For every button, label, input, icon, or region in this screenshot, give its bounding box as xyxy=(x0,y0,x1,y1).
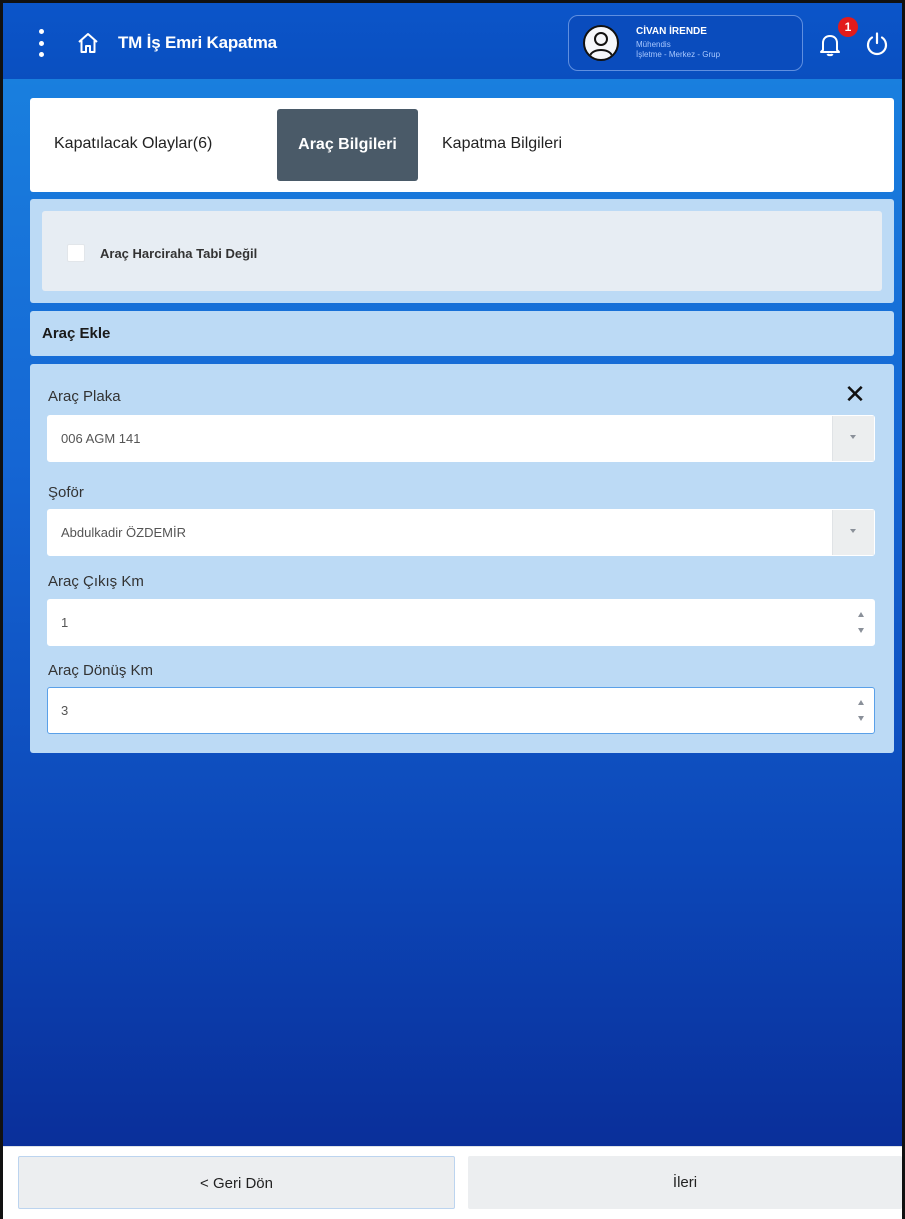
more-vertical-icon[interactable] xyxy=(35,29,47,57)
return-km-value: 3 xyxy=(61,703,69,718)
options-panel: Araç Harciraha Tabi Değil xyxy=(30,199,894,303)
stepper-up-icon[interactable] xyxy=(858,612,864,617)
exit-km-input[interactable]: 1 xyxy=(47,599,875,646)
exit-km-value: 1 xyxy=(61,615,69,630)
page-title: TM İş Emri Kapatma xyxy=(118,33,277,52)
user-avatar-icon xyxy=(583,25,619,61)
user-name: CİVAN İRENDE xyxy=(636,26,707,37)
options-inner: Araç Harciraha Tabi Değil xyxy=(42,211,882,291)
chevron-down-icon[interactable] xyxy=(832,416,874,461)
plate-select[interactable]: 006 AGM 141 xyxy=(47,415,875,462)
return-km-stepper[interactable] xyxy=(854,694,868,727)
top-bar: TM İş Emri Kapatma CİVAN İRENDE Mühendis… xyxy=(3,3,902,79)
per-diem-exempt-checkbox[interactable] xyxy=(67,244,85,262)
notification-badge: 1 xyxy=(838,17,858,37)
tab-vehicle-info[interactable]: Araç Bilgileri xyxy=(277,109,418,181)
vehicle-form: ✕ Araç Plaka 006 AGM 141 Şoför Abdulkadi… xyxy=(30,364,894,753)
tab-closing-info[interactable]: Kapatma Bilgileri xyxy=(442,135,562,153)
close-icon[interactable]: ✕ xyxy=(842,381,868,407)
back-button[interactable]: < Geri Dön xyxy=(18,1156,455,1209)
driver-select[interactable]: Abdulkadir ÖZDEMİR xyxy=(47,509,875,556)
stepper-up-icon[interactable] xyxy=(858,700,864,705)
driver-value: Abdulkadir ÖZDEMİR xyxy=(61,525,186,540)
footer-bar: < Geri Dön İleri xyxy=(3,1146,902,1219)
plate-label: Araç Plaka xyxy=(48,388,121,405)
return-km-input[interactable]: 3 xyxy=(47,687,875,734)
return-km-label: Araç Dönüş Km xyxy=(48,662,154,679)
chevron-down-icon[interactable] xyxy=(832,510,874,555)
stepper-down-icon[interactable] xyxy=(858,716,864,721)
add-vehicle-header: Araç Ekle xyxy=(30,311,894,356)
tab-closing-events[interactable]: Kapatılacak Olaylar(6) xyxy=(54,135,212,153)
user-unit: İşletme - Merkez - Grup xyxy=(636,50,721,59)
exit-km-label: Araç Çıkış Km xyxy=(48,573,144,590)
driver-label: Şoför xyxy=(48,484,84,501)
home-icon[interactable] xyxy=(76,31,100,55)
user-profile-box[interactable]: CİVAN İRENDE Mühendis İşletme - Merkez -… xyxy=(568,15,803,71)
exit-km-stepper[interactable] xyxy=(854,606,868,639)
section-title: Araç Ekle xyxy=(42,325,111,342)
app-background: TM İş Emri Kapatma CİVAN İRENDE Mühendis… xyxy=(3,3,902,1146)
user-role: Mühendis xyxy=(636,40,671,49)
per-diem-exempt-label[interactable]: Araç Harciraha Tabi Değil xyxy=(100,246,257,261)
tab-bar: Kapatılacak Olaylar(6) Araç Bilgileri Ka… xyxy=(30,98,894,192)
plate-value: 006 AGM 141 xyxy=(61,431,141,446)
stepper-down-icon[interactable] xyxy=(858,628,864,633)
power-icon[interactable] xyxy=(864,31,890,57)
bell-icon[interactable] xyxy=(818,31,842,57)
next-button[interactable]: İleri xyxy=(468,1156,902,1209)
app-window: TM İş Emri Kapatma CİVAN İRENDE Mühendis… xyxy=(0,0,905,1219)
